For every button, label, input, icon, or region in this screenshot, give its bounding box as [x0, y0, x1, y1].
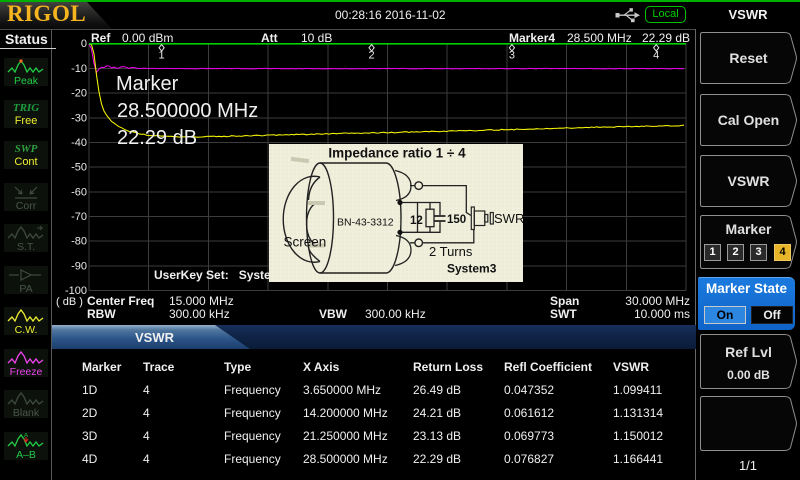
svg-text:0: 0: [81, 38, 87, 50]
svg-text:-70: -70: [71, 211, 87, 223]
svg-text:2: 2: [369, 50, 375, 62]
svg-text:12: 12: [410, 215, 423, 227]
svg-text:2 Turns: 2 Turns: [429, 244, 473, 259]
svg-text:Screen: Screen: [284, 235, 327, 250]
svg-text:-90: -90: [71, 260, 87, 272]
svg-text:System3: System3: [447, 262, 497, 276]
svg-text:-60: -60: [71, 186, 87, 198]
svg-text:-20: -20: [71, 88, 87, 100]
svg-text:SWR: SWR: [494, 211, 523, 226]
svg-text:A: A: [24, 433, 28, 439]
svg-text:-80: -80: [71, 236, 87, 248]
svg-text:4: 4: [653, 50, 659, 62]
svg-text:-50: -50: [71, 162, 87, 174]
svg-text:-10: -10: [71, 63, 87, 75]
svg-text:BN-43-3312: BN-43-3312: [337, 217, 394, 229]
svg-text:-30: -30: [71, 112, 87, 124]
svg-text:150: 150: [447, 214, 466, 226]
svg-text:-100: -100: [65, 285, 87, 296]
svg-text:3: 3: [509, 50, 515, 62]
svg-text:-40: -40: [71, 137, 87, 149]
svg-text:1: 1: [159, 50, 165, 62]
svg-text:Impedance ratio 1 ÷ 4: Impedance ratio 1 ÷ 4: [328, 146, 466, 161]
